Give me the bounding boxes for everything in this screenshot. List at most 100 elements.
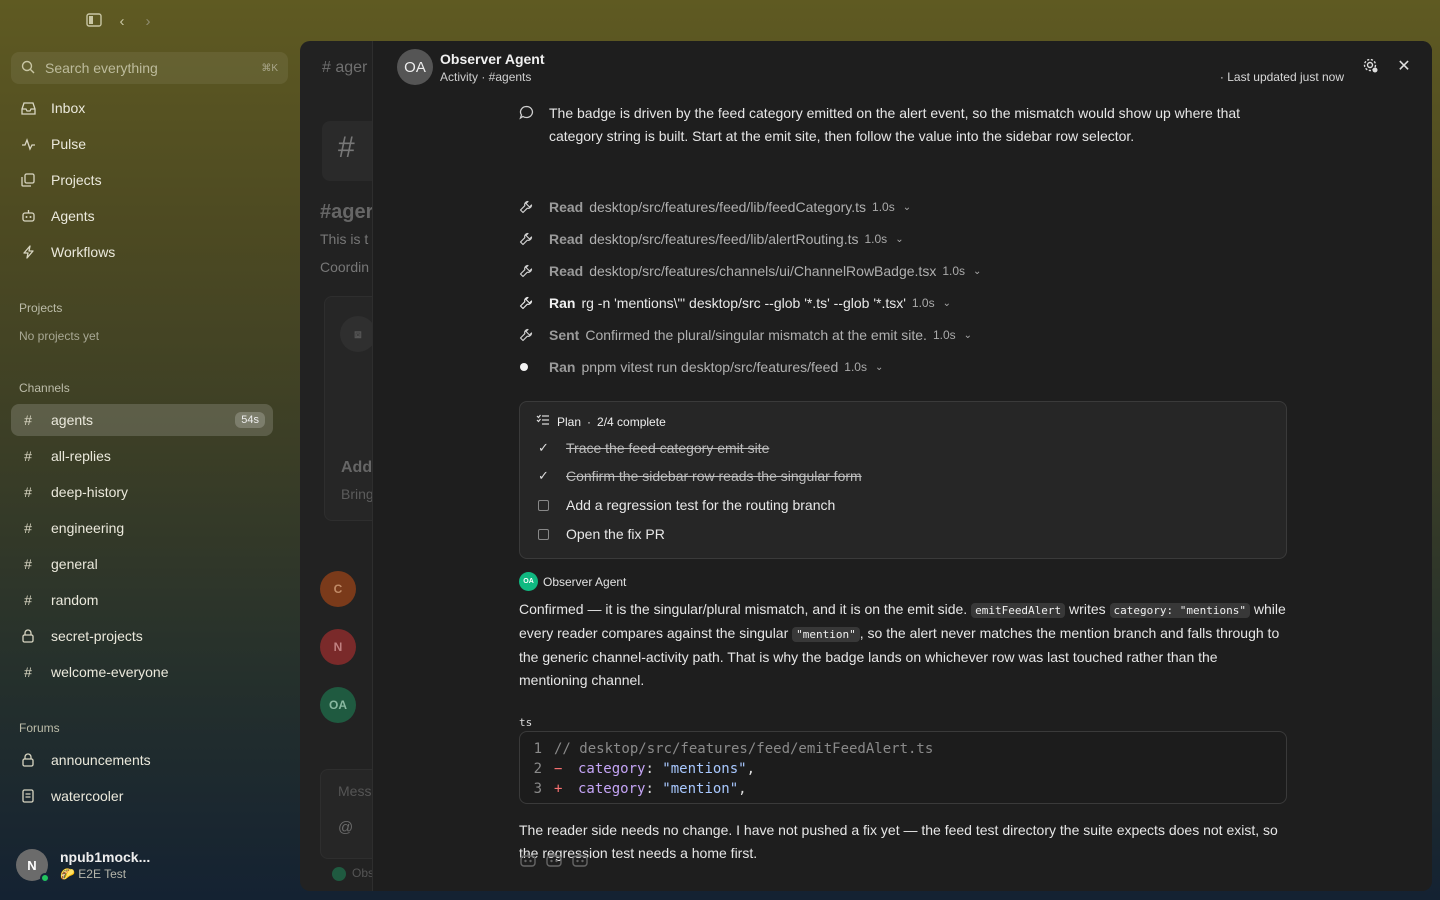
nav-workflows[interactable]: Workflows (11, 236, 273, 268)
chevron-down-icon[interactable]: ⌄ (943, 298, 951, 309)
search-placeholder: Search everything (45, 60, 158, 76)
nav-projects[interactable]: Projects (11, 164, 273, 196)
close-icon[interactable]: ✕ (1394, 57, 1414, 77)
bot-icon[interactable] (519, 852, 537, 873)
channel-icon-card: # (322, 121, 372, 181)
reaction-bar (519, 852, 589, 873)
checkmark-icon: ✓ (538, 440, 549, 455)
nav-label: Pulse (51, 136, 87, 152)
checklist-icon (536, 414, 550, 429)
channel-all-replies[interactable]: # all-replies (11, 440, 273, 472)
channel-label: general (51, 556, 98, 572)
drawer-title: Observer Agent (440, 51, 545, 67)
chevron-down-icon[interactable]: ⌄ (903, 202, 911, 213)
forum-announcements[interactable]: announcements (11, 744, 273, 776)
code-string: "mention" (662, 781, 739, 797)
chevron-down-icon[interactable]: ⌄ (875, 362, 883, 373)
closing-text: The reader side needs no change. I have … (519, 822, 1278, 861)
channel-label: random (51, 592, 99, 608)
channel-label: agents (51, 412, 94, 428)
nav-pulse[interactable]: Pulse (11, 128, 273, 160)
tool-call-row[interactable]: Read desktop/src/features/channels/ui/Ch… (519, 263, 981, 279)
back-icon[interactable]: ‹ (113, 13, 131, 31)
thought-message: The badge is driven by the feed category… (519, 102, 1279, 148)
chevron-down-icon[interactable]: ⌄ (895, 234, 903, 245)
channel-deep-history[interactable]: # deep-history (11, 476, 273, 508)
search-input[interactable]: Search everything ⌘K (11, 52, 288, 84)
chevron-down-icon[interactable]: ⌄ (973, 266, 981, 277)
line-number: 3 (533, 781, 542, 797)
channel-label: deep-history (51, 484, 129, 500)
avatar: N (320, 629, 356, 665)
forum-watercooler[interactable]: watercooler (11, 780, 273, 812)
channel-description: This is t (320, 231, 369, 247)
channel-hash: # (338, 131, 355, 164)
channel-view-behind: # ager # #ager This is t Coordin ⧈ Add B… (300, 41, 372, 891)
diff-marker: + (554, 781, 563, 797)
agent-avatar: OA (397, 49, 433, 85)
line-number: 2 (533, 761, 542, 777)
hash-icon: # (24, 592, 32, 608)
forums-header: Forums (19, 721, 60, 735)
plan-step: ✓ Trace the feed category emit site (538, 440, 769, 456)
nav-label: Inbox (51, 100, 86, 116)
bot-icon[interactable] (545, 852, 563, 873)
hash-icon: # (24, 520, 32, 536)
lock-icon (19, 629, 37, 643)
channel-secret-projects[interactable]: secret-projects (11, 620, 273, 652)
tool-duration: 1.0s (844, 360, 867, 374)
tool-duration: 1.0s (864, 232, 888, 246)
hash-icon: # (24, 556, 32, 572)
tool-call-row-running[interactable]: Ran pnpm vitest run desktop/src/features… (519, 359, 883, 375)
avatar-initial: N (27, 857, 37, 873)
code-key: category (578, 761, 646, 777)
channel-agents[interactable]: # agents 54s (11, 404, 273, 436)
settings-icon[interactable] (1360, 57, 1380, 77)
channel-badge: 54s (235, 412, 265, 428)
last-updated: · Last updated just now (1219, 70, 1344, 84)
nav-inbox[interactable]: Inbox (11, 92, 273, 124)
code-line: 1 // desktop/src/features/feed/emitFeedA… (520, 739, 1286, 759)
tool-call-row[interactable]: Read desktop/src/features/feed/lib/feedC… (519, 199, 911, 215)
agent-name: Observer Agent (543, 574, 627, 589)
user-profile[interactable]: N npub1mock... 🌮 E2E Test (16, 849, 151, 883)
toggle-sidebar-icon[interactable] (85, 13, 103, 31)
hash-icon: # (24, 664, 32, 680)
bot-icon[interactable] (571, 852, 589, 873)
online-status-dot (40, 873, 50, 883)
inline-code: category: "mentions" (1109, 603, 1250, 618)
mini-avatar (332, 866, 346, 881)
pulse-icon (19, 137, 37, 151)
message-placeholder: Mess (338, 783, 372, 799)
nav-agents[interactable]: Agents (11, 200, 273, 232)
avatar: OA (320, 687, 356, 723)
tool-duration: 1.0s (872, 200, 895, 214)
sidebar: Search everything ⌘K Inbox Pulse Project… (0, 44, 300, 900)
speech-bubble-icon (519, 102, 549, 148)
user-name: npub1mock... (60, 849, 151, 865)
hash-icon: # (24, 448, 32, 464)
plan-header: Plan · 2/4 complete (536, 414, 666, 429)
wrench-icon (519, 200, 549, 214)
projects-icon (19, 173, 37, 187)
tool-call-row[interactable]: Read desktop/src/features/feed/lib/alert… (519, 231, 904, 247)
tool-verb: Read (549, 231, 584, 247)
bot-icon: ⧈ (340, 316, 372, 352)
chevron-down-icon[interactable]: ⌄ (964, 330, 972, 341)
mention-icon[interactable]: @ (338, 819, 353, 836)
channel-general[interactable]: # general (11, 548, 273, 580)
avatar: C (320, 571, 356, 607)
channel-label: engineering (51, 520, 125, 536)
user-status: 🌮 E2E Test (60, 867, 150, 881)
inline-code: emitFeedAlert (971, 603, 1066, 618)
channel-engineering[interactable]: # engineering (11, 512, 273, 544)
empty-checkbox-icon (538, 499, 549, 511)
channel-welcome-everyone[interactable]: # welcome-everyone (11, 656, 273, 688)
tool-arg: desktop/src/features/feed/lib/alertRouti… (589, 231, 859, 247)
tool-call-row[interactable]: Sent Confirmed the plural/singular misma… (519, 327, 972, 343)
tool-call-row[interactable]: Ran rg -n 'mentions\"' desktop/src --glo… (519, 295, 951, 311)
hash-icon: # (24, 484, 32, 500)
channel-random[interactable]: # random (11, 584, 273, 616)
forward-icon[interactable]: › (139, 13, 157, 31)
channel-label: welcome-everyone (51, 664, 169, 680)
